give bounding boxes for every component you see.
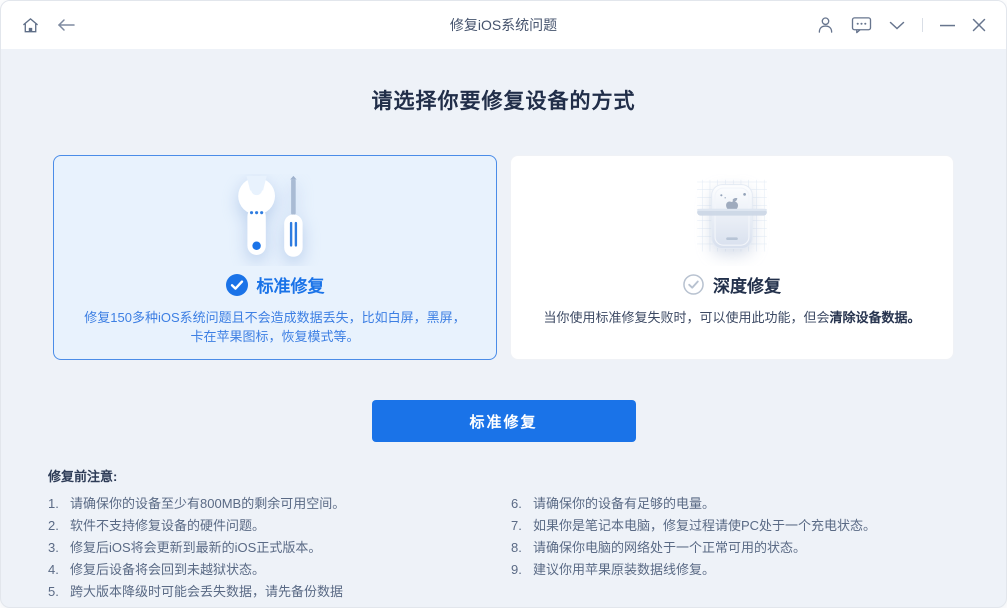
home-icon[interactable] [21,16,40,35]
minimize-icon[interactable] [940,24,955,27]
device-restore-icon [677,172,787,268]
deep-repair-title: 深度修复 [713,277,781,296]
note-item: 1. 请确保你的设备至少有800MB的剩余可用空间。 [48,496,346,511]
standard-repair-button[interactable]: 标准修复 [371,400,636,442]
wrench-screwdriver-icon [219,172,331,268]
note-item: 3. 修复后iOS将会更新到最新的iOS正式版本。 [48,540,322,555]
back-arrow-icon[interactable] [56,18,76,32]
chat-bubble-icon[interactable] [851,16,872,34]
note-item: 7. 如果你是笔记本电脑，修复过程请使PC处于一个充电状态。 [511,518,877,533]
note-item: 6. 请确保你的设备有足够的电量。 [511,496,716,511]
close-icon[interactable] [972,18,986,32]
standard-repair-title: 标准修复 [256,277,325,296]
title-bar: 修复iOS系统问题 [1,1,1006,49]
titlebar-separator [922,18,923,32]
card-deep-repair[interactable]: 深度修复 当你使用标准修复失败时，可以使用此功能，但会清除设备数据。 [510,155,954,360]
note-item: 8. 请确保你电脑的网络处于一个正常可用的状态。 [511,540,807,555]
deep-repair-description: 当你使用标准修复失败时，可以使用此功能，但会清除设备数据。 [543,310,921,325]
note-item: 4. 修复后设备将会回到未越狱状态。 [48,562,266,577]
person-icon[interactable] [817,16,834,34]
standard-repair-description: 修复150多种iOS系统问题且不会造成数据丢失，比如白屏，黑屏，卡在苹果图标，恢… [84,310,466,344]
card-standard-repair[interactable]: 标准修复 修复150多种iOS系统问题且不会造成数据丢失，比如白屏，黑屏，卡在苹… [53,155,497,360]
repair-mode-cards: 标准修复 修复150多种iOS系统问题且不会造成数据丢失，比如白屏，黑屏，卡在苹… [53,155,954,360]
app-window: 修复iOS系统问题 请选择你要修复设备的方式 标准修复 修复150多种iOS系统… [0,0,1007,608]
notes-header: 修复前注意: [48,469,118,484]
note-item: 2. 软件不支持修复设备的硬件问题。 [48,518,266,533]
checkmark-filled-icon [225,273,248,296]
note-item: 9. 建议你用苹果原装数据线修复。 [511,562,716,577]
notes-column-left: 1. 请确保你的设备至少有800MB的剩余可用空间。 2. 软件不支持修复设备的硬件… [48,493,511,603]
note-item: 5. 跨大版本降级时可能会丢失数据，请先备份数据 [48,584,344,599]
checkmark-outline-icon [683,274,704,295]
pre-repair-notes: 修复前注意: 1. 请确保你的设备至少有800MB的剩余可用空间。 2. 软件不支持… [48,466,959,603]
notes-column-right: 6. 请确保你的设备有足够的电量。 7. 如果你是笔记本电脑，修复过程请使PC处于一… [511,493,959,603]
chevron-down-icon[interactable] [889,21,905,30]
page-title: 请选择你要修复设备的方式 [371,90,636,113]
